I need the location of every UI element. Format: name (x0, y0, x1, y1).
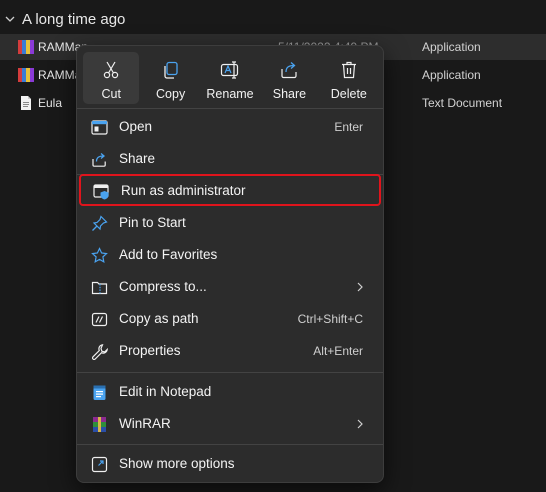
menu-item-label: Compress to... (119, 279, 207, 294)
menu-item-show-more-options[interactable]: Show more options (81, 449, 379, 479)
copy-button[interactable]: Copy (142, 52, 198, 104)
rammap-app-icon (18, 68, 34, 82)
menu-item-label: Share (119, 151, 156, 166)
star-icon (91, 247, 108, 263)
menu-item-label: Properties (119, 343, 181, 358)
menu-item-edit-in-notepad[interactable]: Edit in Notepad (81, 377, 379, 407)
copy-path-icon (91, 312, 108, 327)
menu-divider (77, 108, 383, 109)
chevron-down-icon (5, 16, 15, 22)
winrar-icon (93, 417, 106, 432)
menu-item-label: Run as administrator (121, 183, 246, 198)
trash-icon (341, 61, 356, 79)
share-label: Share (272, 87, 307, 101)
cut-label: Cut (101, 87, 121, 101)
menu-item-label: Edit in Notepad (119, 384, 212, 399)
rammap-app-icon (18, 40, 34, 54)
show-more-icon (91, 456, 108, 473)
menu-item-label: Show more options (119, 456, 235, 471)
menu-item-label: Copy as path (119, 311, 199, 326)
file-type: Text Document (422, 96, 503, 110)
menu-item-label: Add to Favorites (119, 247, 218, 262)
group-title: A long time ago (22, 10, 126, 28)
menu-item-share[interactable]: Share (81, 144, 379, 174)
wrench-icon (91, 344, 108, 360)
file-name: Eula (38, 96, 63, 110)
menu-item-label: Open (119, 119, 153, 134)
delete-label: Delete (330, 87, 367, 101)
quick-action-bar: Cut Copy Rename Share Delete (83, 52, 377, 104)
context-menu: Cut Copy Rename Share Delete Open Enter … (76, 45, 384, 483)
rename-label: Rename (206, 87, 254, 101)
menu-item-winrar[interactable]: WinRAR (81, 409, 379, 439)
cut-button[interactable]: Cut (83, 52, 140, 104)
rename-icon (220, 61, 239, 79)
menu-item-run-as-administrator[interactable]: Run as administrator (79, 174, 381, 206)
menu-item-shortcut: Ctrl+Shift+C (297, 312, 363, 326)
chevron-right-icon (357, 282, 363, 292)
delete-button[interactable]: Delete (321, 52, 377, 104)
menu-divider (77, 444, 383, 445)
zip-folder-icon (91, 281, 108, 295)
file-group-header[interactable]: A long time ago (4, 8, 125, 30)
copy-label: Copy (156, 87, 186, 101)
menu-item-label: WinRAR (119, 416, 171, 431)
shield-icon (93, 184, 109, 200)
menu-item-pin-to-start[interactable]: Pin to Start (81, 208, 379, 238)
menu-item-copy-as-path[interactable]: Copy as path Ctrl+Shift+C (81, 304, 379, 334)
menu-item-compress-to[interactable]: Compress to... (81, 272, 379, 302)
copy-icon (163, 61, 178, 79)
menu-item-add-to-favorites[interactable]: Add to Favorites (81, 240, 379, 270)
notepad-icon (93, 385, 106, 400)
open-window-icon (91, 120, 108, 135)
text-document-icon (21, 96, 31, 110)
menu-item-open[interactable]: Open Enter (81, 112, 379, 142)
share-icon (92, 153, 106, 167)
file-type: Application (422, 40, 481, 54)
rename-button[interactable]: Rename (202, 52, 258, 104)
menu-divider (77, 372, 383, 373)
pin-icon (92, 215, 108, 231)
menu-item-shortcut: Alt+Enter (313, 344, 363, 358)
chevron-right-icon (357, 419, 363, 429)
menu-item-shortcut: Enter (334, 120, 363, 134)
scissors-icon (104, 61, 119, 79)
menu-item-properties[interactable]: Properties Alt+Enter (81, 336, 379, 366)
file-type: Application (422, 68, 481, 82)
share-button[interactable]: Share (261, 52, 317, 104)
menu-item-label: Pin to Start (119, 215, 186, 230)
share-icon (281, 62, 298, 79)
